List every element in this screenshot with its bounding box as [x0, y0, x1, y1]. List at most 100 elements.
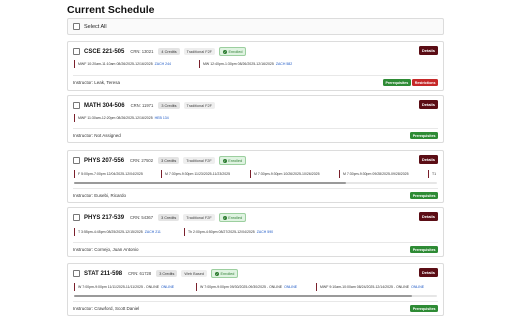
divider [73, 75, 438, 76]
meeting-text: MWF 10:20am-11:10am 08/26/2025-12/16/202… [78, 62, 153, 66]
prerequisites-tag[interactable]: Prerequisites [410, 305, 438, 312]
meetings-strip: MWF 11:30am-12:20pm 08/26/2025-12/16/202… [74, 114, 437, 122]
course-checkbox[interactable] [73, 102, 80, 109]
crn: CRN: 13021 [130, 49, 154, 54]
enrolled-label: Enrolled [228, 215, 243, 220]
meetings-strip: MWF 10:20am-11:10am 08/26/2025-12/16/202… [74, 60, 437, 68]
crn: CRN: 11971 [130, 103, 154, 108]
credits-badge: 3 Credits [158, 102, 180, 109]
check-icon: ✓ [222, 215, 227, 220]
location-link[interactable]: ONLINE [161, 285, 174, 289]
course-card: MATH 304-506 CRN: 11971 3 Credits Tradit… [67, 95, 444, 143]
location-link[interactable]: ZACH 211 [145, 230, 161, 234]
location-link[interactable]: ZACH 244 [155, 62, 171, 66]
requirement-tags: Prerequisites [410, 132, 438, 139]
mode-badge: Traditional F2F [183, 102, 215, 109]
meetings-strip[interactable]: F 5:00pm-7:00pm 12/04/2025-12/04/2025 M … [74, 170, 437, 178]
course-checkbox[interactable] [73, 157, 80, 164]
mode-badge: Traditional F2F [183, 157, 215, 164]
location-link[interactable]: HEB 134 [155, 116, 169, 120]
enrolled-label: Enrolled [228, 158, 243, 163]
location-link[interactable]: ONLINE [411, 285, 424, 289]
enrolled-badge: ✓ Enrolled [218, 156, 247, 165]
enrolled-badge: ✓ Enrolled [210, 269, 239, 278]
prerequisites-tag[interactable]: Prerequisites [382, 79, 411, 86]
scrollbar-thumb[interactable] [74, 295, 412, 297]
meeting-text: W 7:00pm-9:00pm 09/30/2025-09/30/2025 - … [200, 285, 283, 289]
meeting-text: T 3:55pm-4:45pm 08/25/2025-12/15/2025 [78, 230, 143, 234]
meeting-item: MWF 11:30am-12:20pm 08/26/2025-12/16/202… [74, 114, 169, 122]
divider [73, 242, 438, 243]
enrolled-badge: ✓ Enrolled [219, 47, 247, 56]
course-card: PHYS 217-539 CRN: 54367 3 Credits Tradit… [67, 207, 444, 257]
meeting-item: MWF 9:10am-10:00am 08/24/2025-12/14/2025… [316, 283, 424, 291]
horizontal-scrollbar[interactable] [74, 182, 437, 184]
select-all-checkbox[interactable] [73, 23, 80, 30]
meeting-item: M 7:30pm-9:30pm 09/28/2025-09/28/2025 [339, 170, 409, 178]
meetings-strip[interactable]: W 7:00pm-9:00pm 11/11/2025-11/11/2025 - … [74, 283, 437, 291]
course-code: PHYS 207-556 [84, 157, 125, 164]
enrolled-label: Enrolled [228, 49, 243, 54]
meeting-text: MW 12:40pm-1:30pm 08/26/2025-12/16/2025 [203, 62, 274, 66]
meetings-strip: T 3:55pm-4:45pm 08/25/2025-12/15/2025 ZAC… [74, 228, 437, 236]
course-checkbox[interactable] [73, 214, 80, 221]
meeting-text: W 7:00pm-9:00pm 11/11/2025-11/11/2025 - … [78, 285, 160, 289]
details-button[interactable]: Details [418, 155, 438, 164]
location-link[interactable]: ONLINE [284, 285, 297, 289]
mode-badge: Traditional F2F [183, 48, 216, 55]
requirement-tags: Prerequisites [410, 246, 438, 253]
course-code: CSCE 221-505 [84, 48, 125, 55]
enrolled-label: Enrolled [220, 271, 235, 276]
credits-badge: 3 Credits [158, 157, 180, 164]
select-all-row[interactable]: Select All [67, 18, 444, 35]
meeting-text: M 7:30pm-9:30pm 10/26/2025-10/26/2025 [254, 172, 320, 176]
meeting-item: F 5:00pm-7:00pm 12/04/2025-12/04/2025 [74, 170, 143, 178]
location-link[interactable]: ZACH 590 [257, 230, 273, 234]
check-icon: ✓ [214, 271, 219, 276]
restrictions-tag[interactable]: Restrictions [412, 79, 438, 86]
crn: CRN: 54367 [130, 215, 154, 220]
instructor: Instructor: Leak, Teresa [73, 80, 120, 85]
divider [73, 301, 438, 302]
select-all-label: Select All [84, 23, 107, 30]
meeting-item: MWF 10:20am-11:10am 08/26/2025-12/16/202… [74, 60, 171, 68]
check-icon: ✓ [222, 158, 227, 163]
prerequisites-tag[interactable]: Prerequisites [410, 192, 438, 199]
details-button[interactable]: Details [418, 212, 438, 221]
meeting-text: Th 2:00pm-4:50pm 08/27/2025-12/04/2025 [188, 230, 255, 234]
page-title: Current Schedule [67, 4, 155, 16]
meeting-item: T 3:55pm-4:45pm 08/25/2025-12/15/2025 ZAC… [74, 228, 161, 236]
meeting-item: MW 12:40pm-1:30pm 08/26/2025-12/16/2025 Z… [199, 60, 292, 68]
requirement-tags: Prerequisites [410, 192, 438, 199]
scrollbar-thumb[interactable] [74, 182, 346, 184]
details-button[interactable]: Details [418, 268, 438, 277]
mode-badge: Web Based [181, 270, 207, 277]
instructor: Instructor: Not Assigned [73, 133, 121, 138]
prerequisites-tag[interactable]: Prerequisites [410, 132, 438, 139]
course-card: STAT 211-598 CRN: 61728 3 Credits Web Ba… [67, 263, 444, 316]
mode-badge: Traditional F2F [183, 214, 215, 221]
meeting-item: T1 [428, 170, 436, 178]
course-checkbox[interactable] [73, 270, 80, 277]
credits-badge: 3 Credits [156, 270, 178, 277]
enrolled-badge: ✓ Enrolled [218, 213, 247, 222]
meeting-item: W 7:00pm-9:00pm 09/30/2025-09/30/2025 - … [196, 283, 297, 291]
crn: CRN: 27502 [130, 158, 154, 163]
crn: CRN: 61728 [128, 271, 152, 276]
credits-badge: 4 Credits [158, 48, 180, 55]
requirement-tags: Prerequisites [410, 305, 438, 312]
course-code: STAT 211-598 [84, 270, 123, 277]
course-checkbox[interactable] [73, 48, 80, 55]
meeting-text: MWF 9:10am-10:00am 08/24/2025-12/14/2025… [320, 285, 410, 289]
meeting-text: F 5:00pm-7:00pm 12/04/2025-12/04/2025 [78, 172, 143, 176]
details-button[interactable]: Details [418, 100, 438, 109]
prerequisites-tag[interactable]: Prerequisites [410, 246, 438, 253]
horizontal-scrollbar[interactable] [74, 295, 437, 297]
meeting-text: M 7:30pm-9:30pm 09/28/2025-09/28/2025 [343, 172, 409, 176]
location-link[interactable]: ZACH 582 [276, 62, 292, 66]
details-button[interactable]: Details [418, 46, 438, 55]
meeting-item: W 7:00pm-9:00pm 11/11/2025-11/11/2025 - … [74, 283, 174, 291]
credits-badge: 3 Credits [158, 214, 180, 221]
meeting-text: M 7:30pm-9:30pm 11/23/2025-11/23/2025 [165, 172, 231, 176]
course-card: PHYS 207-556 CRN: 27502 3 Credits Tradit… [67, 150, 444, 203]
